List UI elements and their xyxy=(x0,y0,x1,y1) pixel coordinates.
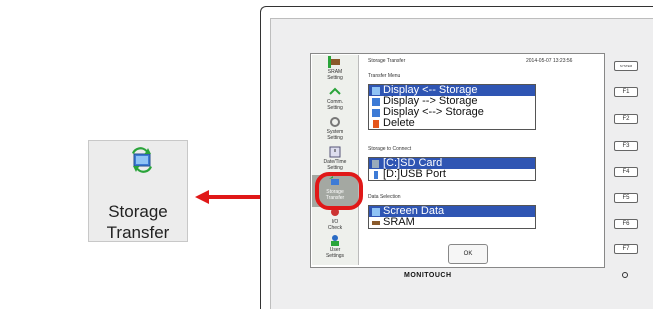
transfer-menu-list: Display <-- Storage Display --> Storage … xyxy=(368,84,536,130)
sd-card-icon xyxy=(372,160,379,168)
sram-icon xyxy=(328,56,340,68)
f4-key[interactable]: F4 xyxy=(614,167,638,177)
f7-key[interactable]: F7 xyxy=(614,244,638,254)
settings-sidebar: SRAM Setting Comm. Setting System Setting D… xyxy=(312,55,359,265)
highlight-ring xyxy=(315,172,363,210)
screen-data-icon xyxy=(372,208,380,216)
f3-key[interactable]: F3 xyxy=(614,141,638,151)
callout-label-line2: Transfer xyxy=(106,223,170,242)
data-selection-heading: Data Selection xyxy=(368,194,401,200)
f6-key[interactable]: F6 xyxy=(614,219,638,229)
sram-icon xyxy=(372,221,380,225)
display-storage-icon xyxy=(372,98,380,106)
sidebar-item-comm[interactable]: Comm. Setting xyxy=(312,85,358,117)
storage-transfer-callout: Storage Transfer xyxy=(88,140,188,242)
storage-connect-heading: Storage to Connect xyxy=(368,146,412,152)
brand-logo: MONITOUCH xyxy=(404,272,452,279)
sidebar-item-user[interactable]: User Settings xyxy=(312,233,358,265)
comm-icon xyxy=(329,87,341,95)
transfer-option[interactable]: Delete xyxy=(369,118,535,129)
storage-connect-list: [C:]SD Card [D:]USB Port xyxy=(368,157,536,181)
data-selection-list: Screen Data SRAM xyxy=(368,205,536,229)
system-key[interactable]: SYSTEM xyxy=(614,61,638,71)
sidebar-item-sram[interactable]: SRAM Setting xyxy=(312,55,358,87)
sidebar-item-system[interactable]: System Setting xyxy=(312,115,358,147)
f5-key[interactable]: F5 xyxy=(614,193,638,203)
display-storage-icon xyxy=(372,109,380,117)
clock-icon xyxy=(329,146,341,158)
f1-key[interactable]: F1 xyxy=(614,87,638,97)
trash-icon xyxy=(373,120,379,128)
f2-key[interactable]: F2 xyxy=(614,114,638,124)
display-storage-icon xyxy=(372,87,380,95)
transfer-menu-heading: Transfer Menu xyxy=(368,73,401,79)
status-led xyxy=(622,272,628,278)
datetime-readout: 2014-05-07 13:23:56 xyxy=(526,58,573,64)
callout-label-line1: Storage xyxy=(108,202,168,221)
storage-option[interactable]: [D:]USB Port xyxy=(369,169,535,180)
screen-title: Storage Transfer xyxy=(368,58,406,64)
system-icon xyxy=(330,117,340,127)
user-icon xyxy=(331,235,339,246)
data-option[interactable]: SRAM xyxy=(369,217,535,228)
usb-icon xyxy=(374,171,378,179)
ok-button[interactable]: OK xyxy=(448,244,488,264)
storage-transfer-icon xyxy=(132,147,152,173)
